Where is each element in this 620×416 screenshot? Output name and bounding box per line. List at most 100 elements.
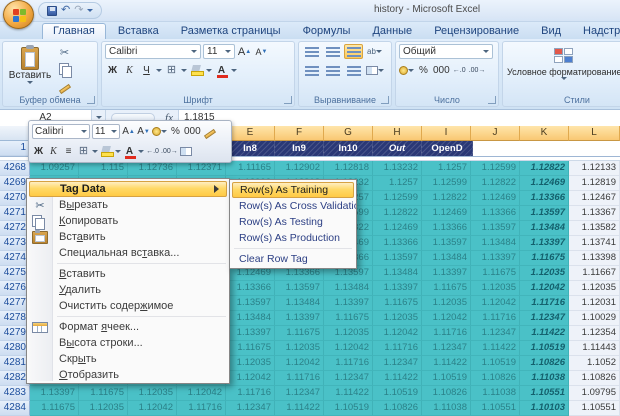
context-menu-item-paste-special[interactable]: Специальная вставка...: [27, 245, 229, 261]
cell[interactable]: 1.12042: [128, 401, 177, 416]
cell[interactable]: 1.1257: [373, 176, 422, 191]
cell[interactable]: 1.11716: [177, 401, 226, 416]
bold-button[interactable]: Ж: [105, 63, 120, 78]
cell[interactable]: 1.11038: [520, 371, 569, 386]
cell[interactable]: 1.10551: [569, 401, 620, 416]
font-color-dropdown-icon[interactable]: [231, 69, 237, 72]
cell[interactable]: 1.12347: [324, 371, 373, 386]
context-menu-item-delete[interactable]: Удалить: [27, 282, 229, 298]
underline-button[interactable]: Ч: [139, 63, 154, 78]
cell[interactable]: 1.13366: [471, 206, 520, 221]
cell[interactable]: 1.13484: [520, 221, 569, 236]
context-menu-item-cut[interactable]: ✂Вырезать: [27, 197, 229, 213]
mini-bold-button[interactable]: Ж: [32, 144, 45, 159]
font-name-combo[interactable]: Calibri: [105, 44, 201, 59]
cell[interactable]: 1.13597: [471, 221, 520, 236]
column-header-K[interactable]: K: [520, 126, 569, 141]
save-icon[interactable]: [47, 6, 57, 16]
cell[interactable]: 1.12818: [324, 161, 373, 176]
context-menu-item-format-cells[interactable]: Формат ячеек...: [27, 319, 229, 335]
decrease-decimal-button[interactable]: .00→: [469, 63, 486, 78]
cell[interactable]: 1.10551: [520, 386, 569, 401]
mini-center-button[interactable]: ≡: [62, 144, 75, 159]
cell[interactable]: 1.11038: [422, 401, 471, 416]
cell[interactable]: 1.13397: [471, 251, 520, 266]
shrink-font-button[interactable]: А▼: [254, 44, 269, 59]
ribbon-tab-home[interactable]: Главная: [42, 23, 106, 39]
cell[interactable]: 1.13366: [373, 236, 422, 251]
redo-icon[interactable]: ↷: [74, 5, 83, 16]
context-menu-item-tag-data[interactable]: Tag Data: [29, 181, 227, 197]
submenu-item-cross-validation[interactable]: Row(s) As Cross Validation: [230, 198, 356, 214]
cell[interactable]: 1.13397: [30, 386, 79, 401]
column-header-E[interactable]: E: [226, 126, 275, 141]
cell[interactable]: 1.13397: [275, 311, 324, 326]
qat-customize-icon[interactable]: [87, 9, 93, 12]
cell[interactable]: 1.13597: [422, 236, 471, 251]
cell[interactable]: 1.11038: [471, 386, 520, 401]
cell[interactable]: 1.10551: [471, 401, 520, 416]
mini-font-color-dropdown-icon[interactable]: [138, 150, 144, 153]
cell[interactable]: 1.12035: [128, 386, 177, 401]
orientation-button[interactable]: ab: [365, 44, 384, 59]
cell[interactable]: 1.11165: [226, 161, 275, 176]
cell[interactable]: 1.12822: [373, 206, 422, 221]
ribbon-tab-page-layout[interactable]: Разметка страницы: [171, 24, 291, 39]
column-header-F[interactable]: F: [275, 126, 324, 141]
cell[interactable]: 1.13484: [275, 296, 324, 311]
number-format-combo[interactable]: Общий: [399, 44, 493, 59]
cell[interactable]: 1.11675: [79, 386, 128, 401]
cell[interactable]: 1.12042: [471, 296, 520, 311]
mini-increase-decimal-button[interactable]: ←.0: [146, 144, 159, 159]
context-menu-item-paste[interactable]: Вставить: [27, 229, 229, 245]
cell[interactable]: 1.13397: [324, 296, 373, 311]
column-header-H[interactable]: H: [373, 126, 422, 141]
cell[interactable]: 1.12599: [471, 161, 520, 176]
mini-accounting-button[interactable]: [152, 124, 167, 139]
context-menu-item-unhide[interactable]: Отобразить: [27, 367, 229, 383]
mini-percent-button[interactable]: %: [169, 124, 182, 139]
cell[interactable]: 1.10103: [520, 401, 569, 416]
cell[interactable]: 1.12822: [422, 191, 471, 206]
row-header[interactable]: 4268: [0, 161, 30, 176]
cell[interactable]: 1.11675: [275, 326, 324, 341]
context-menu-item-hide[interactable]: Скрыть: [27, 351, 229, 367]
conditional-formatting-button[interactable]: Условное форматирование: [507, 44, 620, 80]
mini-fill-color-button[interactable]: [100, 144, 113, 159]
cut-button[interactable]: ✂: [57, 45, 72, 60]
undo-icon[interactable]: ↶: [61, 5, 70, 16]
row-header[interactable]: 4283: [0, 386, 30, 401]
cell[interactable]: 1.12599: [422, 176, 471, 191]
cell[interactable]: 1.12042: [373, 326, 422, 341]
ribbon-tab-data[interactable]: Данные: [362, 24, 422, 39]
paste-dropdown-icon[interactable]: [27, 81, 33, 84]
fill-dropdown-icon[interactable]: [206, 69, 212, 72]
column-header-J[interactable]: J: [471, 126, 520, 141]
cell[interactable]: 1.12599: [373, 191, 422, 206]
submenu-item-clear-tag[interactable]: Clear Row Tag: [230, 251, 356, 267]
cell[interactable]: 1.13398: [569, 251, 620, 266]
mini-decrease-decimal-button[interactable]: .00→: [161, 144, 178, 159]
number-dialog-launcher-icon[interactable]: [488, 96, 496, 104]
formula-input[interactable]: 1.1815: [178, 110, 620, 126]
cell[interactable]: 1.12035: [520, 266, 569, 281]
cell[interactable]: 1.11675: [471, 266, 520, 281]
cell[interactable]: 1.12902: [275, 161, 324, 176]
cell[interactable]: 1.12042: [422, 311, 471, 326]
cell[interactable]: 1.12822: [520, 161, 569, 176]
cell[interactable]: 1.13597: [520, 206, 569, 221]
column-header-I[interactable]: I: [422, 126, 471, 141]
align-bottom-button[interactable]: [344, 44, 363, 59]
ribbon-tab-add-ins[interactable]: Надстройки: [573, 24, 620, 39]
cell[interactable]: 1.11422: [373, 371, 422, 386]
select-all-corner[interactable]: [0, 126, 30, 141]
context-menu-item-row-height[interactable]: Высота строки...: [27, 335, 229, 351]
borders-button[interactable]: ⊞: [164, 63, 179, 78]
cell[interactable]: 1.12347: [373, 356, 422, 371]
cell[interactable]: 1.11716: [520, 296, 569, 311]
cell[interactable]: 1.11443: [569, 341, 620, 356]
cell[interactable]: 1.10519: [471, 356, 520, 371]
ribbon-tab-insert[interactable]: Вставка: [108, 24, 169, 39]
paste-button[interactable]: Вставить: [7, 45, 53, 93]
cell[interactable]: 1.12469: [422, 206, 471, 221]
